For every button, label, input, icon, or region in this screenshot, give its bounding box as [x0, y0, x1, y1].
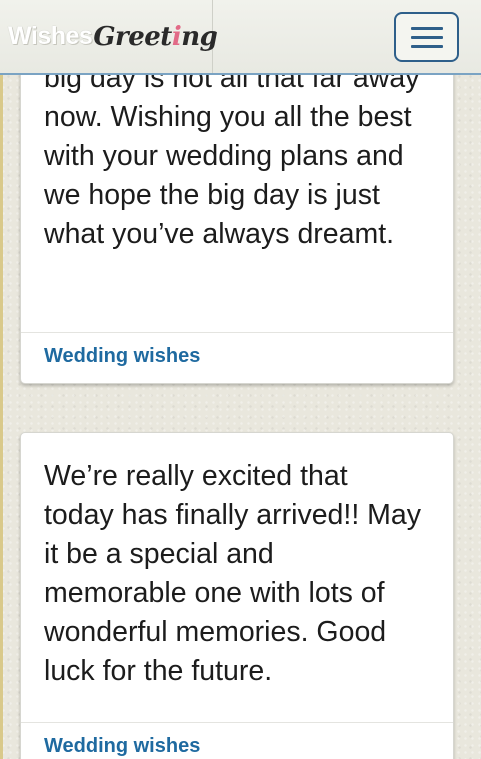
page-edge-strip — [0, 0, 3, 759]
logo-greeting-text: Greeting — [93, 21, 218, 52]
site-logo[interactable]: Wishes Greeting — [0, 0, 218, 73]
top-navbar: Wishes Greeting — [0, 0, 481, 75]
wish-text: We’re really excited that today has fina… — [44, 460, 421, 687]
hamburger-icon — [410, 26, 443, 30]
hamburger-icon-line — [410, 35, 443, 39]
card-footer: Wedding wishes — [21, 332, 453, 385]
category-link[interactable]: Wedding wishes — [44, 735, 453, 758]
hamburger-icon-line — [410, 44, 443, 48]
menu-toggle-button[interactable] — [394, 12, 459, 62]
wish-card: We’re really excited that today has fina… — [20, 432, 454, 759]
wish-text: big day is not all that far away now. Wi… — [44, 62, 420, 250]
category-link[interactable]: Wedding wishes — [44, 345, 453, 368]
card-footer: Wedding wishes — [21, 722, 453, 759]
logo-wishes-text: Wishes — [8, 22, 93, 50]
